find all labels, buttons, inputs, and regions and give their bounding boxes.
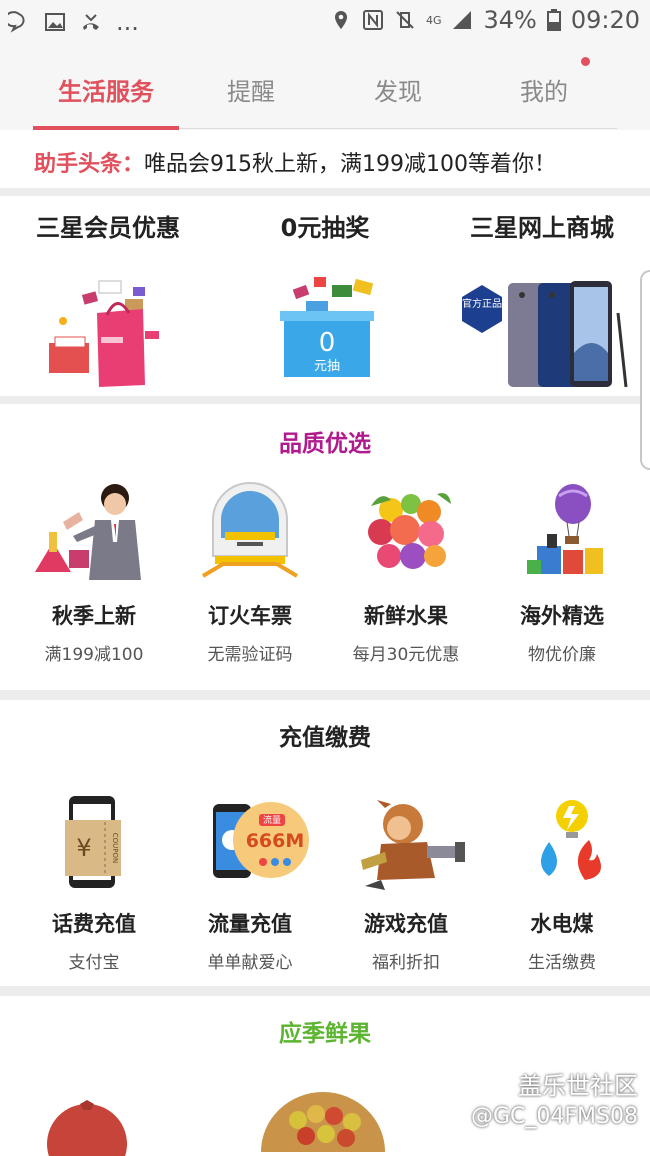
data-badge-value: 666M — [246, 830, 305, 852]
quality-item-overseas[interactable]: 海外精选 物优价廉 — [481, 476, 643, 665]
quality-item-title: 海外精选 — [520, 604, 604, 628]
official-badge: 官方正品 — [462, 297, 502, 310]
coupon-text: COUPON — [111, 833, 119, 864]
more-notifications: ... — [116, 8, 139, 36]
location-icon — [334, 11, 347, 29]
quality-title: 品质优选 — [279, 431, 371, 457]
quality-item-fruit[interactable]: 新鲜水果 每月30元优惠 — [325, 476, 487, 665]
recharge-title: 充值缴费 — [279, 725, 371, 751]
status-left-icons: ... — [8, 8, 139, 36]
top-tabs: 生活服务 提醒 发现 我的 — [0, 44, 650, 130]
promo-title: 0元抽奖 — [280, 214, 370, 242]
recharge-item-utilities[interactable]: 水电煤 生活缴费 — [481, 794, 643, 973]
lottery-box-icon: 0 元抽 — [280, 277, 374, 377]
signal-icon — [453, 11, 472, 29]
recharge-item-title: 流量充值 — [208, 912, 292, 936]
recharge-item-title: 话费充值 — [52, 912, 136, 936]
coupon-symbol: ¥ — [76, 834, 91, 862]
battery-icon — [546, 9, 561, 31]
lottery-box-label: 元抽 — [314, 359, 340, 374]
battery-percent: 34% — [483, 6, 537, 34]
clock: 09:20 — [570, 6, 640, 34]
vibrate-mute-icon — [396, 11, 414, 29]
chat-bubble-icon — [8, 11, 25, 33]
recharge-item-sub: 支付宝 — [68, 953, 120, 973]
recharge-item-phone[interactable]: ¥ COUPON 话费充值 支付宝 — [13, 794, 175, 973]
quality-item-title: 订火车票 — [208, 604, 292, 628]
gallery-icon — [45, 13, 65, 31]
phone-coupon-icon: ¥ COUPON — [65, 796, 121, 888]
recharge-item-sub: 生活缴费 — [528, 953, 596, 973]
game-character-icon — [361, 800, 465, 890]
tab-divider — [179, 128, 617, 129]
recharge-item-game[interactable]: 游戏充值 福利折扣 — [325, 794, 487, 973]
quality-item-sub: 物优价廉 — [528, 645, 596, 665]
data-traffic-icon: 流量 666M — [213, 802, 309, 878]
watermark-community: 盖乐世社区 — [518, 1072, 638, 1100]
quality-item-title: 秋季上新 — [52, 604, 136, 628]
fruits-icon — [368, 493, 451, 569]
quality-item-sub: 每月30元优惠 — [352, 645, 460, 665]
recharge-item-data[interactable]: 流量 666M 流量充值 单单献爱心 — [169, 794, 331, 973]
recharge-section: 充值缴费 ¥ COUPON 话费充值 支付宝 流量 666M 流量充值 单单献爱… — [0, 700, 650, 986]
quality-item-train[interactable]: 订火车票 无需验证码 — [169, 476, 331, 665]
notification-dot — [581, 57, 590, 66]
status-bar: ... 4G 34% 09:20 — [0, 0, 650, 44]
galaxy-note-phones-icon: 官方正品 — [462, 281, 628, 388]
promo-free-lottery[interactable]: 0元抽奖 0 元抽 — [217, 208, 433, 391]
promo-card: 三星会员优惠 0元抽奖 0 元抽 三星网上商城 官方正品 — [0, 196, 650, 396]
quality-item-sub: 满199减100 — [44, 645, 144, 665]
balloon-goods-icon — [527, 484, 603, 574]
news-headline[interactable]: 助手头条：唯品会915秋上新，满199减100等着你！ — [0, 130, 650, 188]
recharge-item-title: 游戏充值 — [364, 912, 448, 936]
data-badge-top: 流量 — [263, 814, 281, 826]
recharge-item-title: 水电煤 — [530, 912, 594, 936]
network-type: 4G — [425, 13, 442, 27]
missed-call-icon — [83, 14, 99, 30]
recharge-item-sub: 单单献爱心 — [207, 953, 293, 973]
quality-item-sub: 无需验证码 — [207, 645, 293, 665]
quality-item-autumn[interactable]: 秋季上新 满199减100 — [13, 476, 175, 665]
promo-samsung-member[interactable]: 三星会员优惠 — [0, 208, 216, 391]
jujube-basket-image[interactable] — [258, 1090, 388, 1152]
celebrity-fashion-icon — [35, 484, 141, 580]
promo-title: 三星会员优惠 — [36, 214, 180, 242]
utilities-icon — [541, 800, 601, 880]
promo-title: 三星网上商城 — [470, 214, 614, 242]
pomegranate-image[interactable] — [42, 1100, 132, 1156]
watermark-user: @GC_04FMS08 — [471, 1104, 638, 1129]
recharge-item-sub: 福利折扣 — [372, 953, 440, 973]
quality-section: 品质优选 秋季上新 满199减100 订火车票 无需验证码 新鲜水果 每月30元… — [0, 404, 650, 690]
train-icon — [201, 482, 299, 578]
promo-samsung-store[interactable]: 三星网上商城 官方正品 — [434, 208, 650, 391]
edge-panel-handle[interactable] — [640, 270, 650, 470]
quality-item-title: 新鲜水果 — [364, 604, 448, 628]
shopping-bag-gifts-icon — [49, 280, 159, 387]
status-right-icons: 4G 34% 09:20 — [330, 6, 640, 34]
lottery-box-number: 0 — [319, 328, 336, 358]
tab-reminders[interactable]: 提醒 — [176, 72, 326, 107]
nfc-icon — [362, 10, 383, 30]
news-label: 助手头条： — [34, 152, 145, 177]
tab-mine[interactable]: 我的 — [469, 72, 619, 107]
tab-life-services[interactable]: 生活服务 — [31, 72, 181, 107]
news-text: 唯品会915秋上新，满199减100等着你！ — [144, 152, 556, 177]
seasonal-title: 应季鲜果 — [279, 1021, 371, 1047]
tab-discover[interactable]: 发现 — [323, 72, 473, 107]
